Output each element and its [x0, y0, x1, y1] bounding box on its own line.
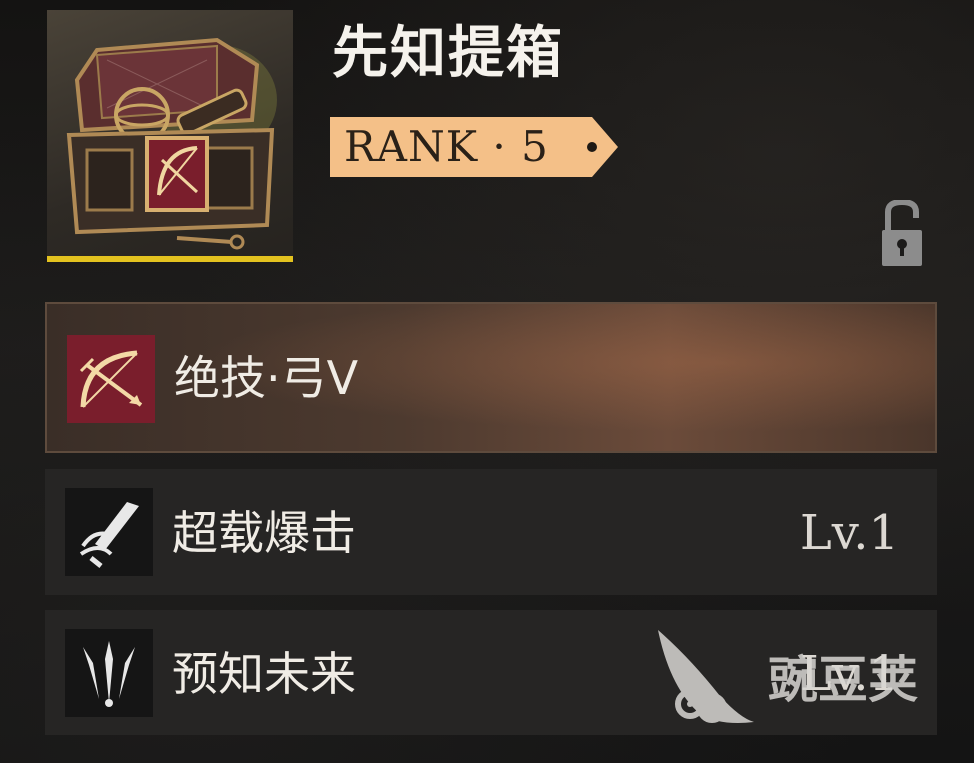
sword-strike-icon: [65, 488, 153, 576]
rarity-bar: [47, 256, 293, 262]
bow-arrow-icon: [67, 335, 155, 423]
skill-row[interactable]: 超载爆击 Lv.1: [45, 469, 937, 595]
skill-name: 预知未来: [172, 647, 356, 701]
watermark: 豌豆荚: [650, 618, 940, 738]
treasure-chest-bow-icon: [66, 37, 277, 250]
pea-pod-logo-icon: [658, 630, 754, 723]
skill-name: 超载爆击: [172, 506, 356, 560]
rank-badge: RANK · 5: [330, 117, 620, 177]
skill-level: Lv.1: [799, 505, 899, 561]
item-card[interactable]: [47, 10, 293, 262]
lock-open-icon[interactable]: [878, 198, 926, 270]
item-title: 先知提箱: [332, 21, 564, 86]
watermark-text: 豌豆荚: [768, 651, 918, 709]
skill-name: 绝技·弓V: [174, 351, 359, 405]
skill-row-featured[interactable]: 绝技·弓V: [45, 302, 937, 453]
rank-label: RANK · 5: [344, 122, 549, 171]
trident-icon: [65, 629, 153, 717]
